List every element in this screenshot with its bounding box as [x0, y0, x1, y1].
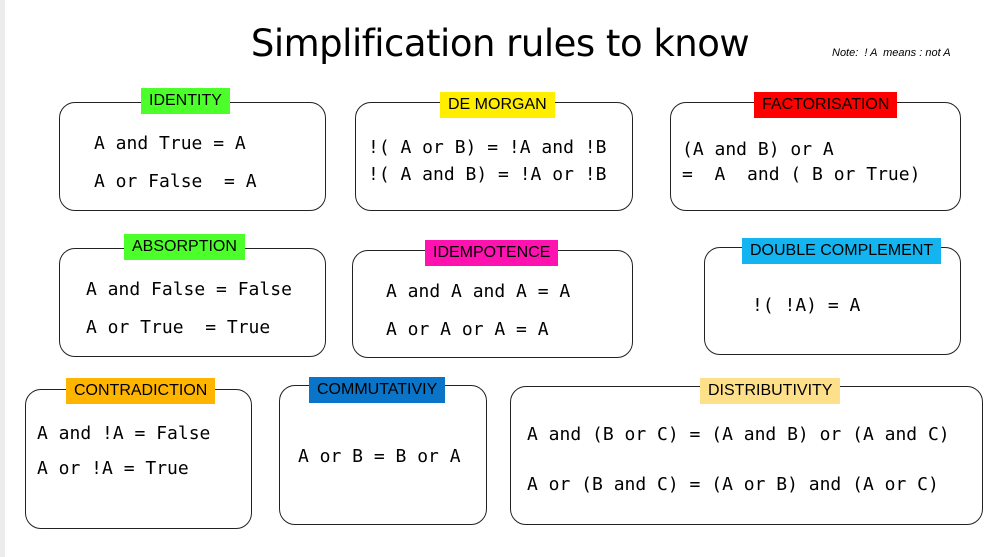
commutativity-rule-1: A or B = B or A: [298, 446, 461, 467]
factorisation-label: FACTORISATION: [754, 92, 898, 118]
factorisation-rule-2: = A and ( B or True): [682, 164, 921, 185]
distributivity-box: [510, 386, 983, 525]
distributivity-label: DISTRIBUTIVITY: [700, 378, 841, 404]
double-complement-label: DOUBLE COMPLEMENT: [742, 238, 942, 264]
left-edge-strip: [0, 0, 5, 557]
idempotence-rule-1: A and A and A = A: [386, 281, 571, 302]
idempotence-box: [352, 250, 633, 358]
absorption-rule-2: A or True = True: [86, 317, 271, 338]
absorption-rule-1: A and False = False: [86, 279, 292, 300]
absorption-label: ABSORPTION: [124, 234, 245, 260]
idempotence-label: IDEMPOTENCE: [425, 240, 559, 266]
commutativity-label: COMMUTATIVIY: [309, 377, 446, 403]
contradiction-label: CONTRADICTION: [66, 378, 216, 404]
factorisation-rule-1: (A and B) or A: [682, 139, 834, 160]
demorgan-rule-2: !( A and B) = !A or !B: [368, 164, 607, 185]
note-text: Note: ! A means : not A: [832, 47, 951, 59]
identity-rule-1: A and True = A: [94, 133, 246, 154]
double-complement-rule-1: !( !A) = A: [752, 295, 861, 316]
demorgan-rule-1: !( A or B) = !A and !B: [368, 137, 607, 158]
identity-rule-2: A or False = A: [94, 171, 257, 192]
distributivity-rule-1: A and (B or C) = (A and B) or (A and C): [527, 424, 950, 445]
idempotence-rule-2: A or A or A = A: [386, 319, 549, 340]
identity-label: IDENTITY: [141, 88, 230, 114]
demorgan-label: DE MORGAN: [440, 92, 555, 118]
contradiction-rule-1: A and !A = False: [37, 423, 211, 444]
contradiction-rule-2: A or !A = True: [37, 458, 189, 479]
absorption-box: [59, 248, 326, 357]
identity-box: [59, 102, 326, 211]
distributivity-rule-2: A or (B and C) = (A or B) and (A or C): [527, 474, 939, 495]
